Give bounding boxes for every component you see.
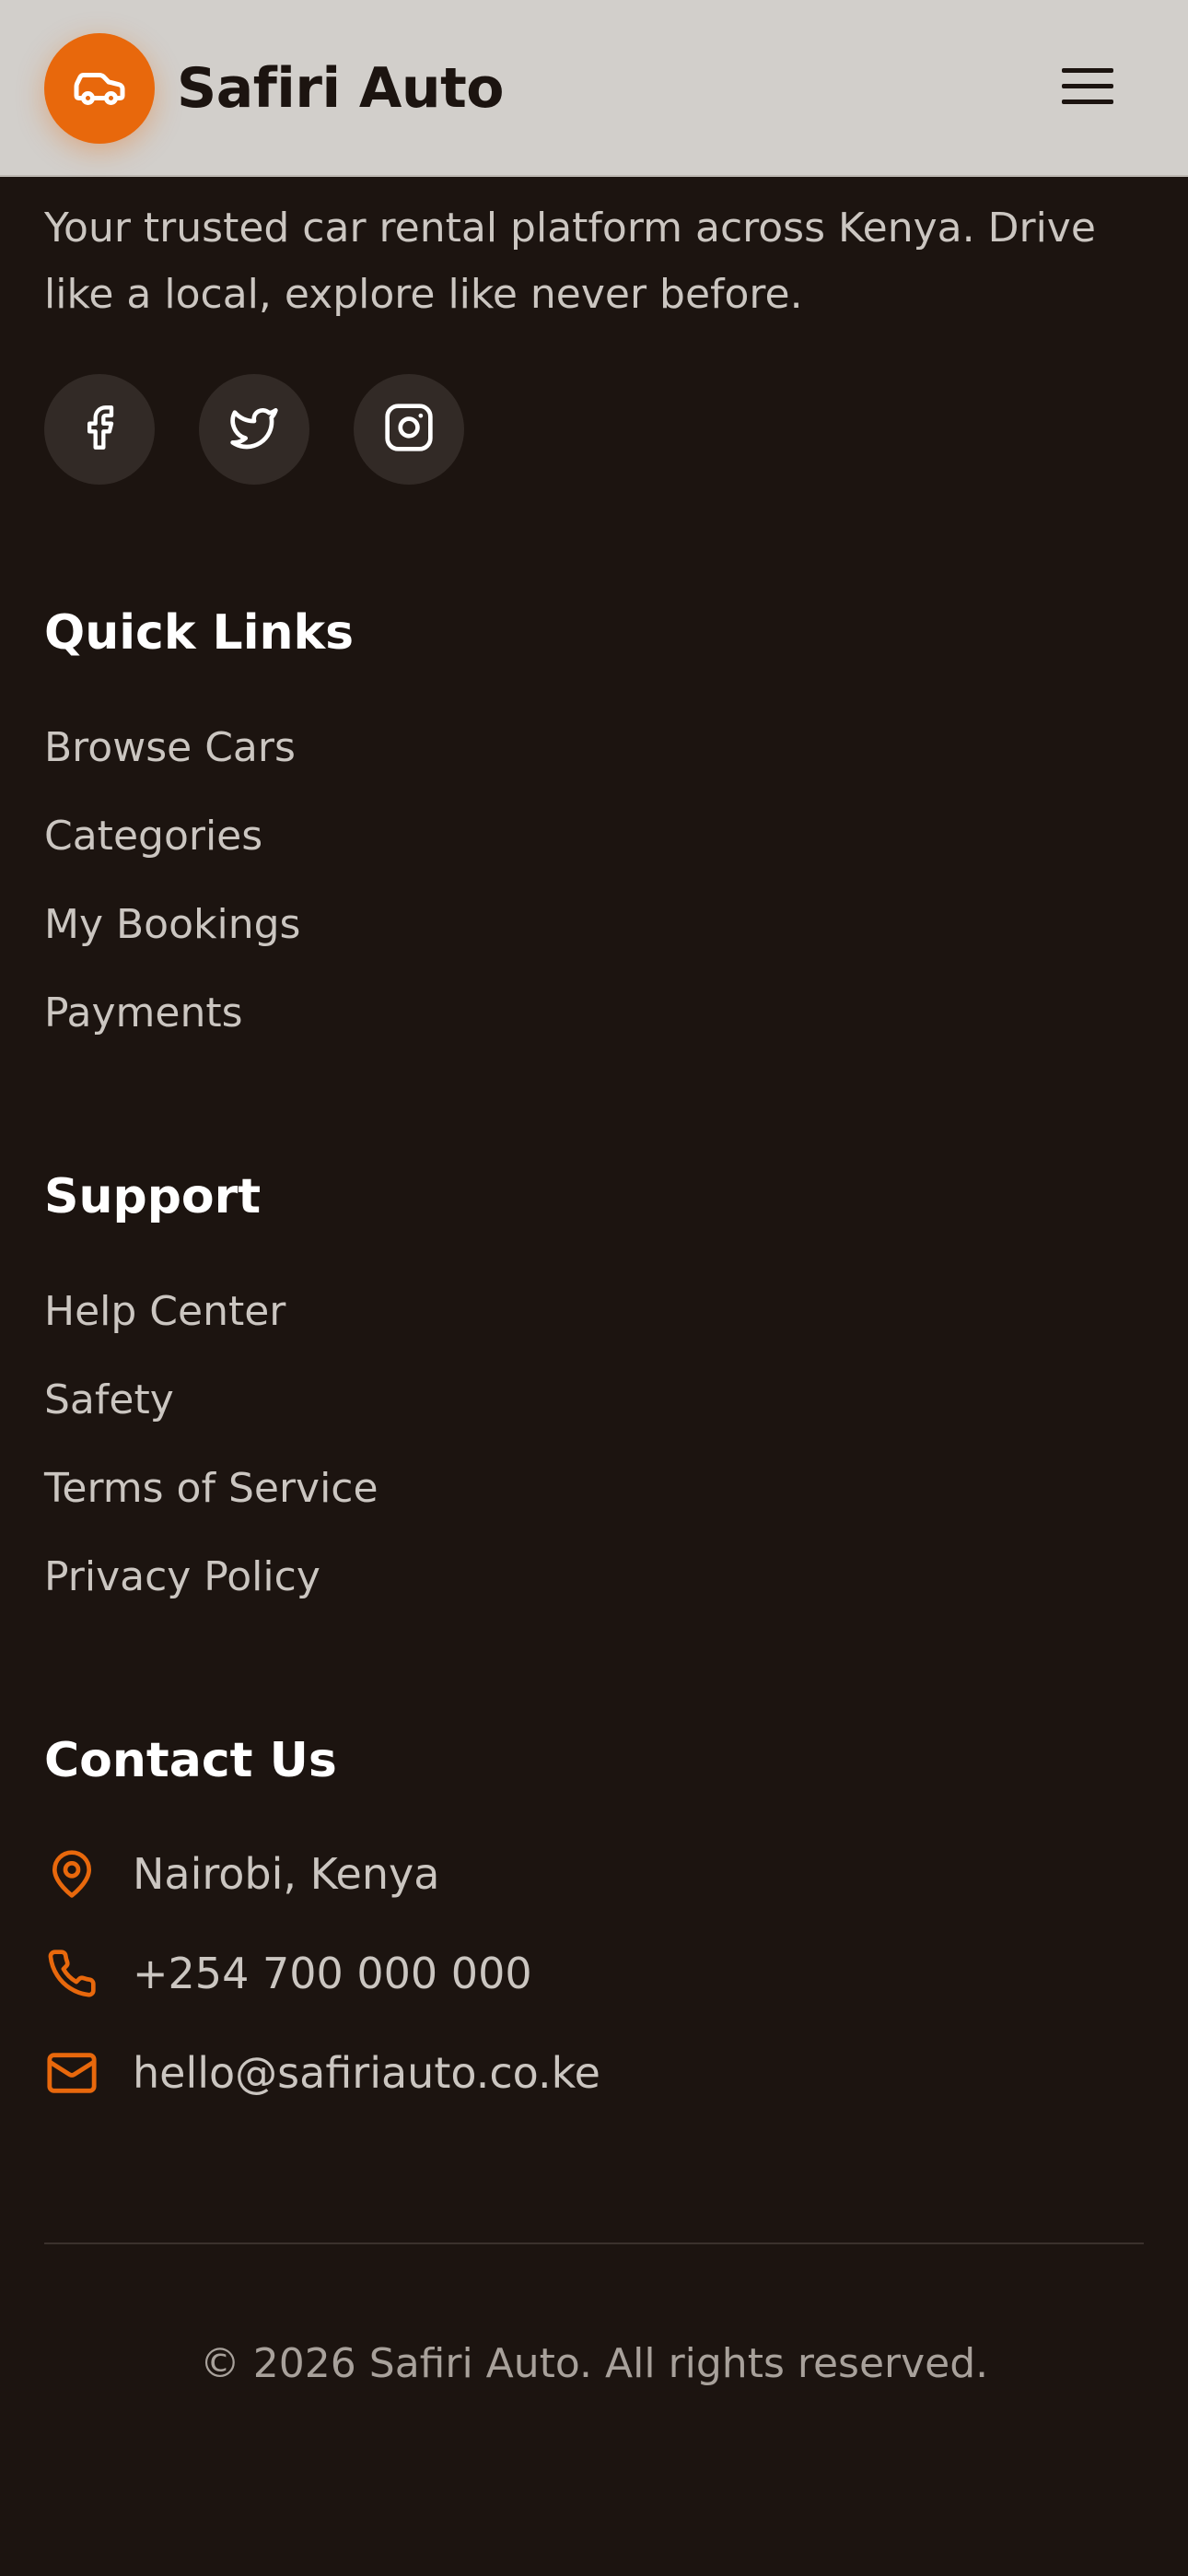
- contact-phone[interactable]: +254 700 000 000: [44, 1941, 532, 2006]
- quick-links-title: Quick Links: [44, 605, 355, 661]
- twitter-button[interactable]: [199, 374, 309, 485]
- footer-divider: [44, 2242, 1144, 2244]
- instagram-icon: [383, 402, 435, 457]
- brand-name[interactable]: Safiri Auto: [177, 52, 504, 125]
- footer-tagline: Your trusted car rental platform across …: [44, 205, 1096, 318]
- logo[interactable]: [44, 33, 155, 144]
- link-safety[interactable]: Safety: [44, 1373, 174, 1428]
- car-icon: [72, 59, 127, 118]
- address-text: Nairobi, Kenya: [133, 1849, 440, 1899]
- map-pin-icon: [44, 1846, 99, 1902]
- link-terms-of-service[interactable]: Terms of Service: [44, 1461, 379, 1516]
- hamburger-menu-icon: [1060, 64, 1115, 112]
- menu-button[interactable]: [1057, 61, 1118, 116]
- social-links: [44, 374, 464, 485]
- contact-address: Nairobi, Kenya: [44, 1842, 439, 1906]
- site-header: Safiri Auto: [0, 0, 1188, 177]
- contact-title: Contact Us: [44, 1733, 337, 1788]
- contact-email[interactable]: hello@safiriauto.co.ke: [44, 2041, 600, 2105]
- link-help-center[interactable]: Help Center: [44, 1284, 285, 1340]
- phone-text: +254 700 000 000: [133, 1949, 532, 1998]
- link-my-bookings[interactable]: My Bookings: [44, 897, 300, 953]
- link-payments[interactable]: Payments: [44, 986, 243, 1041]
- twitter-icon: [228, 402, 280, 457]
- support-title: Support: [44, 1169, 262, 1224]
- mail-icon: [44, 2045, 99, 2101]
- facebook-icon: [76, 404, 123, 455]
- email-text: hello@safiriauto.co.ke: [133, 2048, 600, 2098]
- copyright-text: © 2026 Safiri Auto. All rights reserved.: [199, 2340, 989, 2387]
- instagram-button[interactable]: [354, 374, 464, 485]
- facebook-button[interactable]: [44, 374, 155, 485]
- link-categories[interactable]: Categories: [44, 809, 262, 864]
- link-browse-cars[interactable]: Browse Cars: [44, 720, 296, 776]
- phone-icon: [44, 1946, 99, 2001]
- link-privacy-policy[interactable]: Privacy Policy: [44, 1550, 320, 1605]
